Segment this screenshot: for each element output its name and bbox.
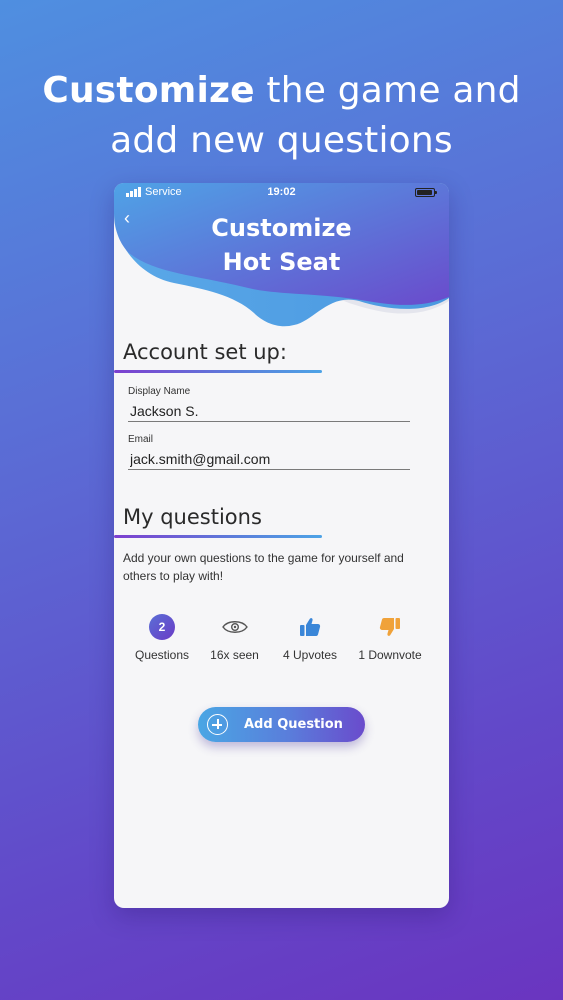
questions-section-title: My questions <box>123 505 262 529</box>
stat-downvotes-label: 1 Downvote <box>358 648 422 662</box>
account-section-underline <box>114 370 322 373</box>
thumbs-down-icon <box>379 618 400 636</box>
question-stats: 2 Questions 16x seen 4 Upvotes 1 Downvot… <box>114 614 449 664</box>
plus-circle-icon <box>207 714 228 735</box>
stat-downvotes: 1 Downvote <box>356 614 424 662</box>
questions-description: Add your own questions to the game for y… <box>123 551 404 583</box>
stat-upvotes-label: 4 Upvotes <box>282 648 338 662</box>
status-time: 19:02 <box>267 186 296 198</box>
stat-seen: 16x seen <box>206 614 263 662</box>
screen-title-line1: Customize <box>211 214 352 242</box>
add-question-label: Add Question <box>244 717 343 732</box>
account-section-title: Account set up: <box>123 340 287 364</box>
stat-seen-label: 16x seen <box>210 648 259 662</box>
question-count-badge: 2 <box>149 614 175 640</box>
status-bar: Service 19:02 <box>114 183 449 201</box>
display-name-field[interactable] <box>128 400 410 422</box>
email-label: Email <box>128 434 154 445</box>
thumbs-up-icon <box>300 618 321 636</box>
screen-title-line2: Hot Seat <box>222 248 341 276</box>
screen-title: Customize Hot Seat <box>114 211 449 279</box>
stat-questions[interactable]: 2 Questions <box>134 614 190 662</box>
headline-line2: add new questions <box>110 120 453 161</box>
battery-icon <box>415 188 437 197</box>
promo-headline: Customize the game and add new questions <box>0 66 563 166</box>
headline-emphasis: Customize <box>42 70 255 111</box>
add-question-button[interactable]: Add Question <box>198 707 365 742</box>
phone-screen: Service 19:02 ‹ Customize Hot Seat Accou… <box>114 183 449 908</box>
email-field[interactable] <box>128 448 410 470</box>
headline-rest: the game and <box>254 70 521 111</box>
display-name-label: Display Name <box>128 386 191 397</box>
eye-icon <box>221 621 248 633</box>
questions-section-underline <box>114 535 322 538</box>
stat-questions-label: Questions <box>134 648 190 662</box>
stat-upvotes: 4 Upvotes <box>279 614 341 662</box>
